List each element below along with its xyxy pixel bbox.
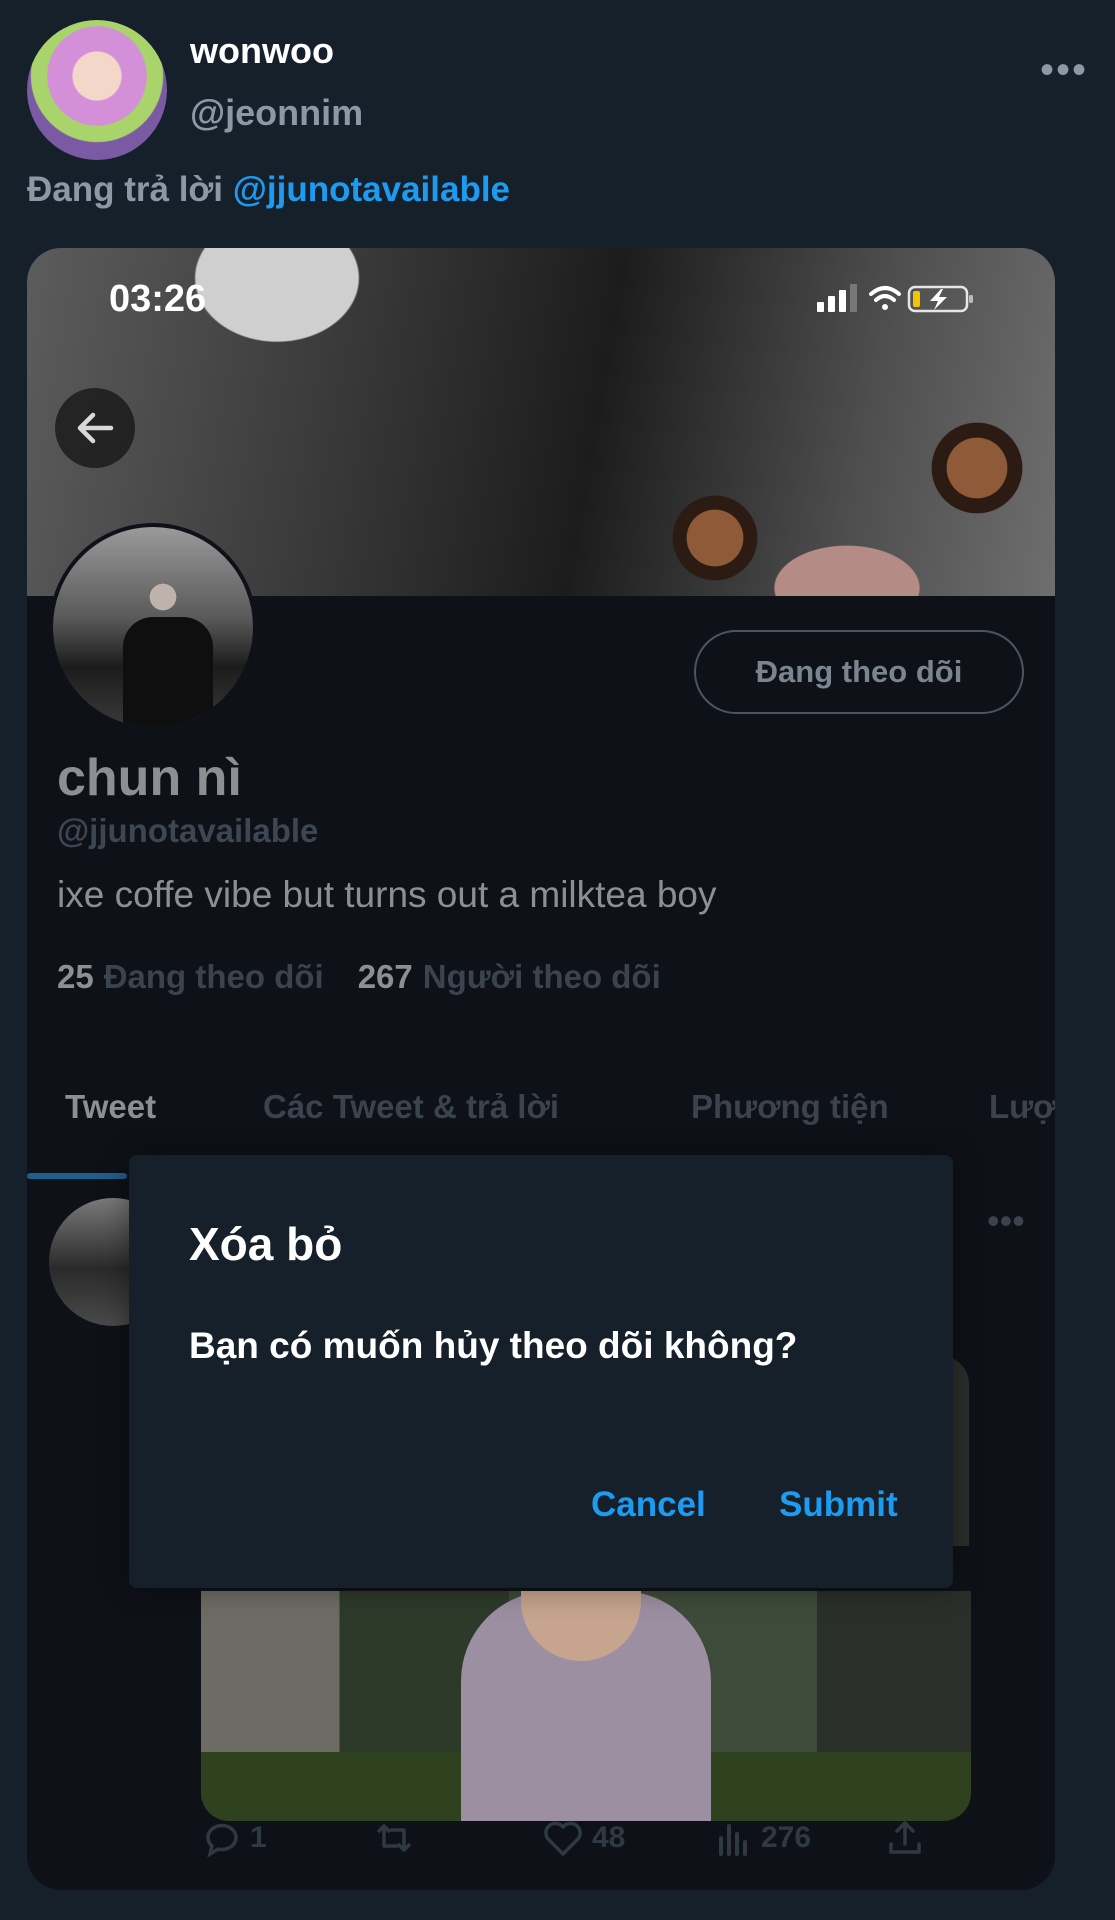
followers-label[interactable]: Người theo dõi: [423, 958, 661, 995]
reply-action[interactable]: 1: [202, 1818, 267, 1858]
retweet-icon: [376, 1824, 412, 1852]
reply-icon: [206, 1823, 238, 1858]
tweet-media[interactable]: [201, 1591, 971, 1821]
profile-handle: @jjunotavailable: [57, 812, 319, 849]
tab-likes[interactable]: Lượ: [989, 1088, 1055, 1126]
signal-icon: [817, 284, 857, 312]
tab-media[interactable]: Phương tiện: [691, 1088, 889, 1126]
views-chart-icon: [719, 1824, 747, 1856]
battery-charging-icon: [907, 285, 973, 313]
submit-button[interactable]: Submit: [779, 1485, 898, 1525]
unfollow-dialog: Xóa bỏ Bạn có muốn hủy theo dõi không? C…: [129, 1155, 953, 1588]
like-count: 48: [592, 1821, 626, 1854]
views-action[interactable]: 276: [717, 1818, 811, 1858]
profile-avatar[interactable]: [49, 523, 257, 731]
heart-icon: [544, 1821, 582, 1856]
share-action[interactable]: [885, 1818, 925, 1858]
dialog-title: Xóa bỏ: [189, 1218, 343, 1270]
profile-stats: 25 Đang theo dõi 267 Người theo dõi: [57, 958, 695, 996]
attached-screenshot[interactable]: 03:26 Đang theo dõi chun nì @jjunotavail…: [27, 248, 1055, 1890]
retweet-action[interactable]: [372, 1818, 416, 1858]
like-action[interactable]: 48: [542, 1818, 625, 1858]
arrow-left-icon: [77, 412, 114, 444]
following-button[interactable]: Đang theo dõi: [694, 630, 1024, 714]
views-count: 276: [761, 1821, 812, 1854]
profile-bio: ixe coffe vibe but turns out a milktea b…: [57, 874, 717, 915]
back-button[interactable]: [55, 388, 135, 468]
dialog-message: Bạn có muốn hủy theo dõi không?: [189, 1325, 798, 1366]
tweet-actions: 1 48 276: [27, 1818, 1055, 1878]
reply-count: 1: [250, 1821, 267, 1854]
wifi-icon: [869, 286, 901, 310]
reply-mention-link[interactable]: @jjunotavailable: [233, 170, 510, 209]
status-bar-icons: [817, 284, 973, 313]
author-name[interactable]: wonwoo: [190, 30, 334, 72]
tweet-more-icon[interactable]: •••: [987, 1200, 1025, 1242]
active-tab-indicator: [27, 1173, 127, 1179]
following-label[interactable]: Đang theo dõi: [104, 958, 324, 995]
share-icon: [889, 1821, 921, 1854]
reply-prefix: Đang trả lời: [27, 170, 224, 209]
author-handle[interactable]: @jeonnim: [190, 92, 363, 134]
avatar[interactable]: [27, 20, 167, 160]
cancel-button[interactable]: Cancel: [591, 1485, 706, 1525]
more-options-icon[interactable]: •••: [1040, 48, 1088, 93]
profile-name: chun nì: [57, 749, 242, 807]
tab-tweet[interactable]: Tweet: [65, 1088, 156, 1126]
following-count[interactable]: 25: [57, 958, 94, 995]
tab-tweets-replies[interactable]: Các Tweet & trả lời: [263, 1088, 559, 1126]
status-bar-time: 03:26: [109, 278, 207, 320]
followers-count[interactable]: 267: [358, 958, 413, 995]
reply-context: Đang trả lời @jjunotavailable: [27, 170, 510, 210]
